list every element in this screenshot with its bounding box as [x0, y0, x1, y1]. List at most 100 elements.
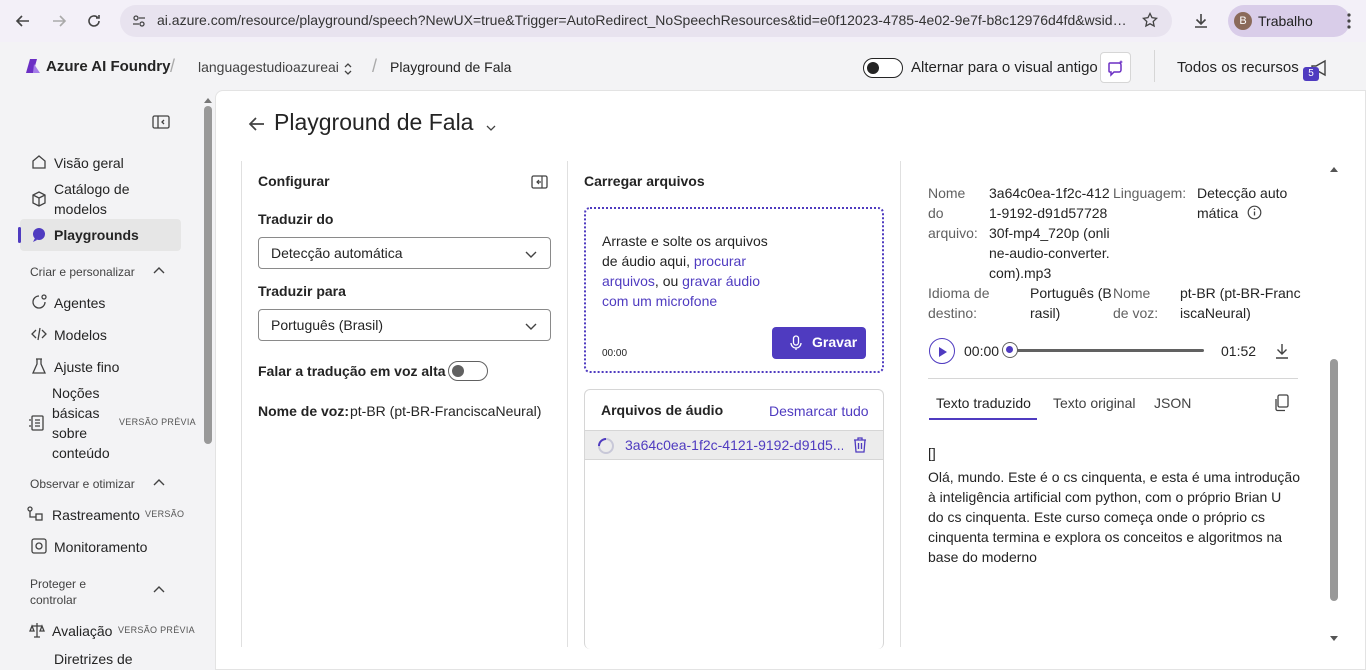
sidebar-item-evaluation[interactable]: Avaliação VERSÃO PRÉVIA — [20, 621, 195, 641]
sidebar-scrollbar[interactable] — [203, 94, 213, 670]
sidebar-item-label: Visão geral — [54, 155, 124, 171]
translate-to-label: Traduzir para — [258, 283, 346, 299]
column-divider — [567, 161, 568, 647]
header-divider — [1154, 50, 1155, 82]
site-info-icon[interactable] — [132, 14, 146, 31]
download-icon[interactable] — [1190, 10, 1212, 32]
chevron-down-icon — [524, 319, 538, 333]
sidebar-item-label: modelos — [54, 201, 107, 217]
flask-icon — [30, 357, 48, 375]
file-name[interactable]: 3a64c0ea-1f2c-4121-9192-d91d5... — [625, 437, 843, 453]
scrollbar-thumb[interactable] — [1330, 359, 1338, 601]
audio-dropzone[interactable]: Arraste e solte os arquivos de áudio aqu… — [584, 207, 884, 373]
divider — [928, 378, 1298, 379]
audio-progress-track[interactable] — [1010, 349, 1204, 352]
sidebar-item-agents[interactable]: Agentes — [20, 293, 181, 313]
unselect-all-link[interactable]: Desmarcar tudo — [769, 403, 869, 419]
translate-from-label: Traduzir do — [258, 211, 334, 227]
toggle-knob — [867, 62, 879, 74]
record-button[interactable]: Gravar — [772, 327, 866, 359]
sidebar: Visão geral Catálogo de modelos Playgrou… — [0, 90, 215, 670]
sidebar-item-playgrounds[interactable]: Playgrounds — [18, 219, 181, 251]
forward-arrow-icon[interactable] — [48, 10, 70, 32]
resource-switcher[interactable]: languagestudioazureai — [198, 59, 339, 75]
tab-translated-text[interactable]: Texto traduzido — [936, 395, 1031, 411]
sidebar-item-fine-tuning[interactable]: Ajuste fino — [20, 357, 181, 377]
file-name-key: Nome — [928, 185, 966, 201]
copilot-button[interactable] — [1100, 52, 1131, 83]
sidebar-item-label: Rastreamento — [52, 507, 140, 523]
sidebar-item-overview[interactable]: Visão geral — [20, 153, 181, 173]
scrollbar-thumb[interactable] — [204, 106, 212, 444]
target-language-value: Português (B — [1030, 285, 1112, 301]
sidebar-item-tracing[interactable]: Rastreamento VERSÃO — [20, 505, 185, 525]
audio-progress-thumb[interactable] — [1002, 342, 1018, 358]
agent-icon — [30, 293, 48, 311]
sidebar-item-model-catalog[interactable]: Catálogo de modelos — [20, 179, 181, 219]
back-arrow-icon[interactable] — [248, 115, 266, 136]
sidebar-item-content-basics[interactable]: Noções básicas sobre conteúdo VERSÃO PRÉ… — [20, 383, 196, 463]
preview-badge: VERSÃO — [145, 509, 185, 519]
browser-menu-icon[interactable] — [1338, 10, 1360, 32]
profile-name: Trabalho — [1258, 13, 1313, 29]
trace-icon — [26, 505, 44, 523]
info-icon[interactable] — [1247, 205, 1262, 223]
all-resources-link[interactable]: Todos os recursos — [1177, 59, 1299, 76]
sidebar-item-guardrails[interactable]: Diretrizes de — [20, 649, 181, 669]
brand-name[interactable]: Azure AI Foundry — [46, 58, 170, 75]
dropzone-text: Arraste e solte os arquivos de áudio aqu… — [602, 231, 782, 311]
file-name-value: 3a64c0ea-1f2c-412 — [989, 185, 1110, 201]
reload-icon[interactable] — [83, 10, 105, 32]
sidebar-item-label: básicas — [52, 405, 100, 421]
voice-value: pt-BR (pt-BR-Franc — [1180, 285, 1301, 301]
select-value: Detecção automática — [271, 245, 403, 261]
collapse-panel-icon[interactable] — [531, 175, 548, 192]
tab-original-text[interactable]: Texto original — [1053, 395, 1136, 411]
file-name-key: do — [928, 205, 944, 221]
play-icon — [938, 345, 948, 361]
sidebar-item-monitoring[interactable]: Monitoramento — [20, 537, 181, 557]
sidebar-item-models[interactable]: Modelos — [20, 325, 181, 345]
list-item[interactable]: 3a64c0ea-1f2c-4121-9192-d91d5... — [585, 430, 883, 460]
delete-icon[interactable] — [852, 436, 868, 457]
bookmark-star-icon[interactable] — [1141, 11, 1159, 31]
chevron-down-icon[interactable] — [486, 119, 496, 135]
collapse-sidebar-icon[interactable] — [152, 115, 170, 132]
section-observe-heading[interactable]: Observar e otimizar — [30, 476, 135, 492]
sidebar-item-label: Noções — [52, 385, 100, 401]
voice-value: iscaNeural) — [1180, 305, 1251, 321]
section-build-heading[interactable]: Criar e personalizar — [30, 264, 135, 280]
sidebar-item-label: Diretrizes de — [54, 651, 133, 667]
translate-to-select[interactable]: Português (Brasil) — [258, 309, 551, 341]
back-arrow-icon[interactable] — [12, 10, 34, 32]
download-icon[interactable] — [1274, 342, 1290, 363]
section-protect-heading[interactable]: controlar — [30, 592, 77, 608]
sidebar-item-label: conteúdo — [52, 445, 110, 461]
url-text[interactable]: ai.azure.com/resource/playground/speech?… — [157, 12, 1132, 28]
profile-button[interactable]: B Trabalho — [1228, 5, 1350, 37]
configure-title: Configurar — [258, 173, 330, 189]
record-timer: 00:00 — [602, 348, 628, 359]
empty-bracket-text: [] — [928, 445, 936, 461]
tab-json[interactable]: JSON — [1154, 395, 1191, 411]
sidebar-item-label: Avaliação — [52, 623, 113, 639]
sidebar-item-label: Agentes — [54, 295, 106, 311]
file-name-value: ne-audio-converter. — [989, 245, 1110, 261]
old-look-toggle[interactable] — [863, 58, 903, 78]
speak-translation-toggle[interactable] — [448, 361, 488, 381]
voice-name-label: Nome de voz: — [258, 403, 350, 419]
chevron-up-icon[interactable] — [152, 583, 166, 597]
address-bar[interactable]: ai.azure.com/resource/playground/speech?… — [120, 5, 1172, 37]
upload-title: Carregar arquivos — [584, 173, 705, 189]
chevron-updown-icon[interactable] — [343, 62, 353, 79]
voice-key: Nome — [1113, 285, 1151, 301]
chevron-up-icon[interactable] — [152, 476, 166, 490]
audio-files-title: Arquivos de áudio — [601, 402, 724, 418]
result-scrollbar[interactable] — [1328, 163, 1340, 647]
translate-from-select[interactable]: Detecção automática — [258, 237, 551, 269]
copy-icon[interactable] — [1274, 394, 1290, 415]
section-protect-heading[interactable]: Proteger e — [30, 576, 86, 592]
chevron-up-icon[interactable] — [152, 264, 166, 278]
active-tab-indicator — [929, 418, 1037, 420]
play-button[interactable] — [929, 338, 955, 364]
